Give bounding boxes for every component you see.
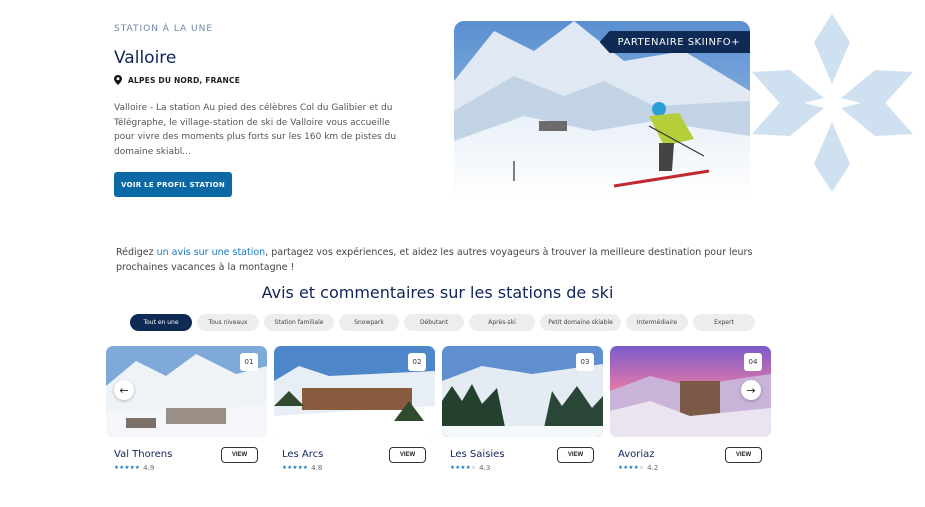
star-rating-icon: ★★★★★ (114, 465, 141, 471)
reviews-section-title: Avis et commentaires sur les stations de… (261, 283, 614, 302)
filter-chip-tout-en-une[interactable]: Tout en une (130, 314, 192, 331)
review-intro: Rédigez un avis sur une station, partage… (116, 246, 756, 275)
map-pin-icon (114, 75, 122, 85)
star-rating-icon: ★★★★★ (618, 465, 645, 471)
station-card[interactable]: 03 Les Saisies VIEW ★★★★★ 4.3 (442, 346, 603, 472)
card-number: 01 (240, 353, 258, 371)
filter-chip-intermediaire[interactable]: Intermédiaire (626, 314, 688, 331)
station-card[interactable]: 02 Les Arcs VIEW ★★★★★ 4.8 (274, 346, 435, 472)
view-button[interactable]: VIEW (557, 447, 594, 463)
station-rating: ★★★★★ 4.2 (618, 464, 658, 472)
rating-value: 4.8 (311, 464, 323, 472)
station-cards: 01 Val Thorens VIEW ★★★★★ 4.9 02 Les Arc… (106, 346, 771, 472)
station-name[interactable]: Les Saisies (450, 449, 505, 460)
filter-chip-debutant[interactable]: Débutant (404, 314, 464, 331)
station-name[interactable]: Avoriaz (618, 449, 655, 460)
rating-value: 4.9 (143, 464, 155, 472)
rating-value: 4.3 (479, 464, 491, 472)
region-label: ALPES DU NORD, FRANCE (128, 75, 241, 85)
filter-chip-station-familiale[interactable]: Station familiale (264, 314, 334, 331)
featured-station-title[interactable]: Valloire (114, 48, 176, 68)
filter-chip-expert[interactable]: Expert (693, 314, 755, 331)
star-rating-icon: ★★★★★ (282, 465, 309, 471)
intro-text-before: Rédigez (116, 247, 157, 258)
card-number: 02 (408, 353, 426, 371)
carousel-prev-button[interactable]: ← (114, 380, 134, 400)
station-thumbnail[interactable]: 03 (442, 346, 603, 437)
arrow-right-icon: → (746, 383, 756, 397)
star-rating-icon: ★★★★★ (450, 465, 477, 471)
filter-chip-apres-ski[interactable]: Après-ski (469, 314, 535, 331)
view-button[interactable]: VIEW (725, 447, 762, 463)
station-name[interactable]: Les Arcs (282, 449, 323, 460)
featured-description: Valloire - La station Au pied des célèbr… (114, 103, 397, 157)
station-name[interactable]: Val Thorens (114, 449, 172, 460)
snowflake-decoration (752, 14, 913, 192)
partner-badge: PARTENAIRE SKIINFO+ (599, 31, 750, 53)
filter-chips: Tout en une Tous niveaux Station familia… (130, 314, 755, 331)
view-button[interactable]: VIEW (389, 447, 426, 463)
rating-value: 4.2 (647, 464, 659, 472)
carousel-next-button[interactable]: → (741, 380, 761, 400)
featured-region: ALPES DU NORD, FRANCE (114, 75, 240, 85)
station-thumbnail[interactable]: 02 (274, 346, 435, 437)
station-rating: ★★★★★ 4.9 (114, 464, 154, 472)
filter-chip-snowpark[interactable]: Snowpark (339, 314, 399, 331)
card-number: 03 (576, 353, 594, 371)
featured-hero-image[interactable]: PARTENAIRE SKIINFO+ (454, 21, 750, 199)
featured-eyebrow: STATION À LA UNE (114, 24, 214, 34)
station-rating: ★★★★★ 4.3 (450, 464, 490, 472)
view-button[interactable]: VIEW (221, 447, 258, 463)
filter-chip-petit-domaine[interactable]: Petit domaine skiable (540, 314, 621, 331)
view-profile-button[interactable]: VOIR LE PROFIL STATION (114, 172, 232, 197)
arrow-left-icon: ← (119, 383, 129, 397)
card-number: 04 (744, 353, 762, 371)
write-review-link[interactable]: un avis sur une station (157, 247, 266, 258)
station-rating: ★★★★★ 4.8 (282, 464, 322, 472)
filter-chip-tous-niveaux[interactable]: Tous niveaux (197, 314, 259, 331)
